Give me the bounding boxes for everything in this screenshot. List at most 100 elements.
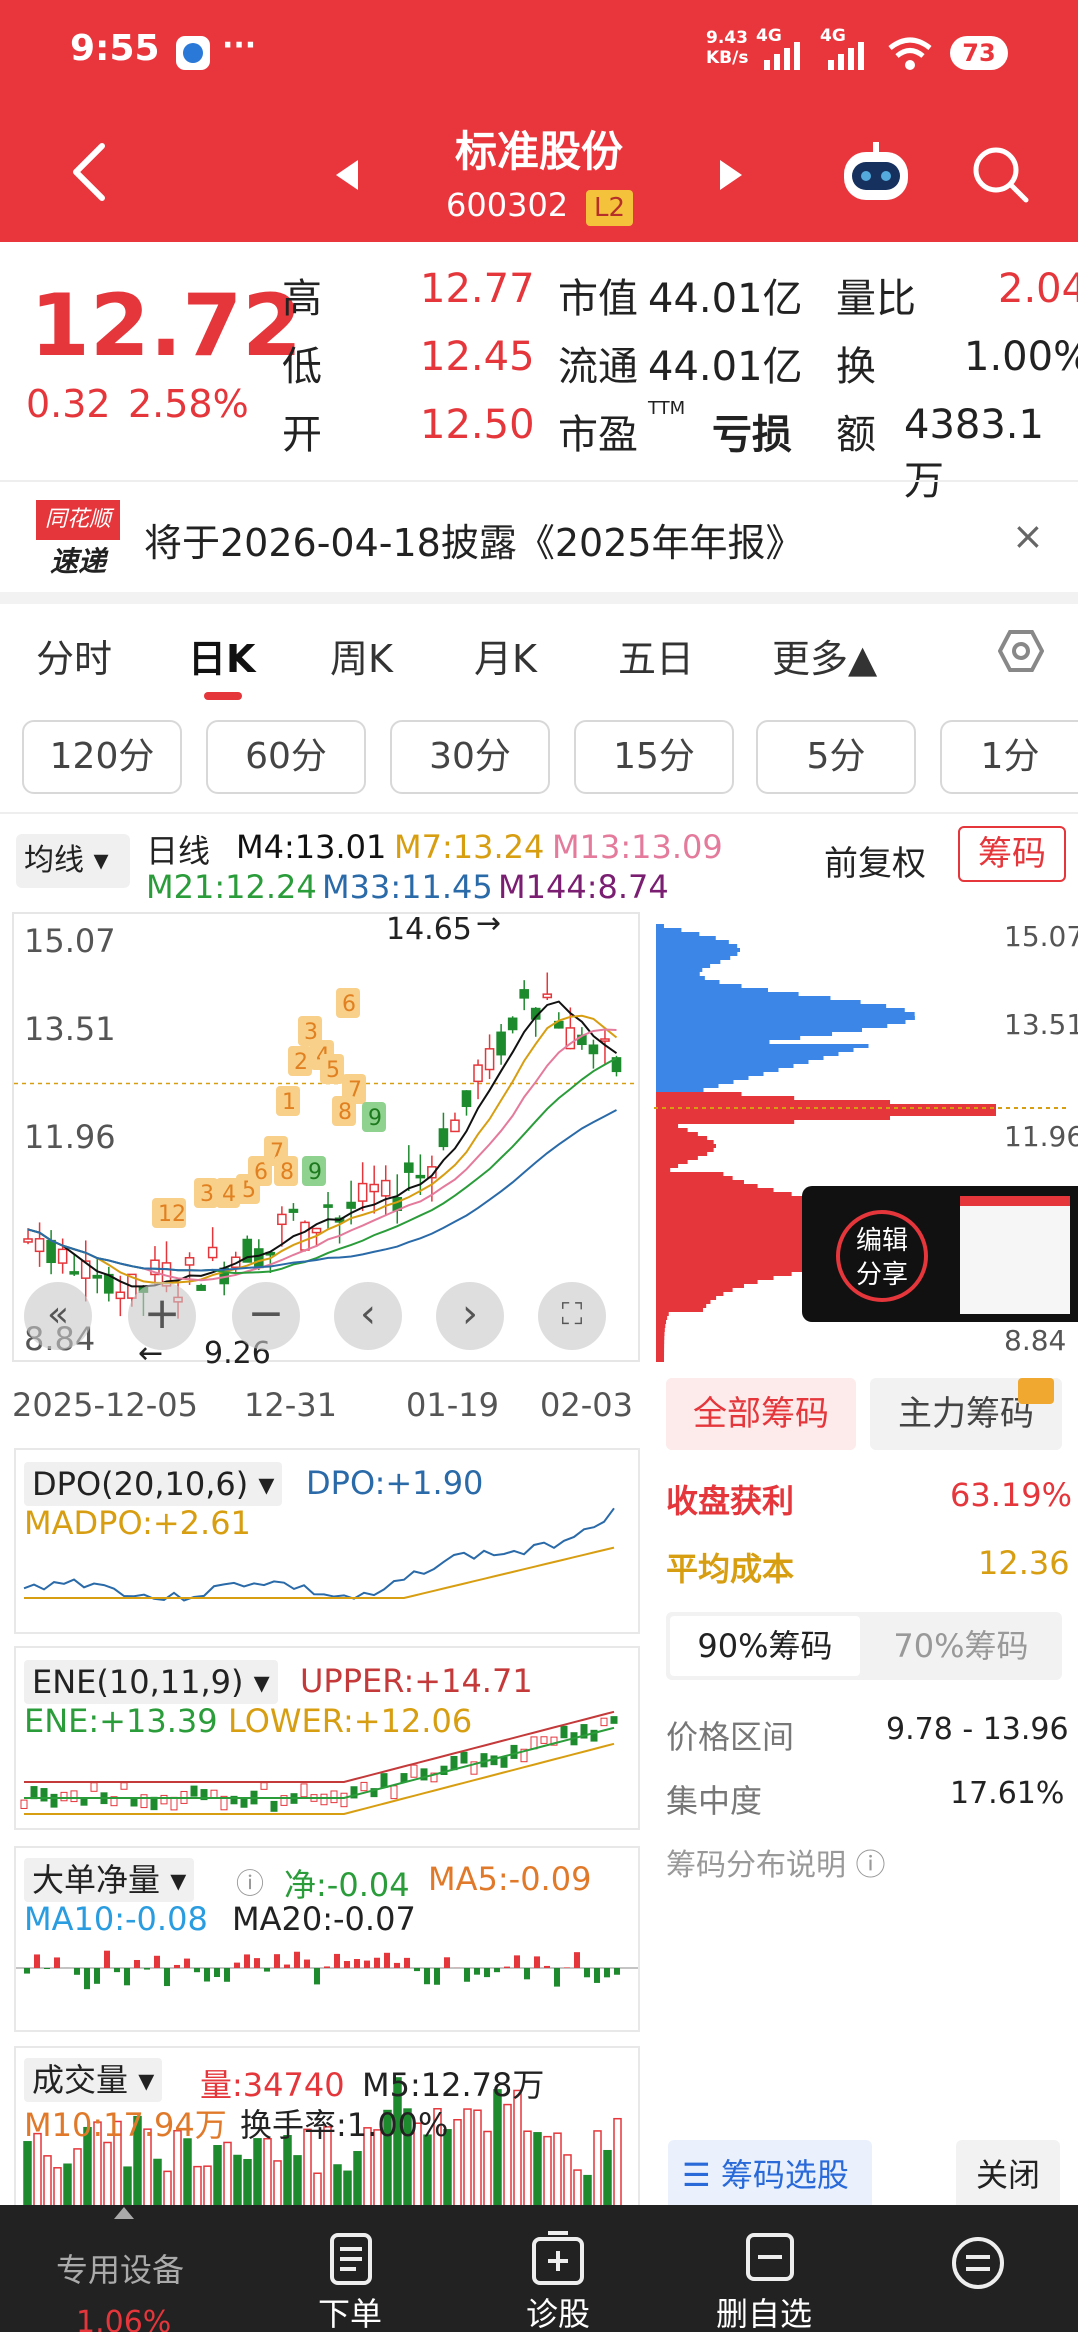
tab-daily-k[interactable]: 日K [188, 628, 255, 683]
chip-bar [656, 1356, 665, 1360]
settings-hexagon-icon[interactable] [998, 628, 1044, 674]
big-order-selector[interactable]: 大单净量 ▾ [24, 1858, 195, 1902]
order-icon[interactable] [326, 2231, 376, 2287]
diagnose-icon[interactable] [530, 2231, 586, 2287]
help-icon[interactable]: ⓘ [236, 1862, 264, 1902]
concentration-label: 集中度 [666, 1782, 763, 1820]
chip-bar [656, 1332, 665, 1336]
chip-stock-pick-button[interactable]: ☰ 筹码选股 [668, 2140, 872, 2210]
tab-intraday[interactable]: 分时 [36, 628, 112, 683]
indicator-selector[interactable]: 均线 ▾ [16, 834, 130, 888]
candle-body [473, 1064, 483, 1083]
price-change: 0.32 [26, 382, 111, 426]
net-volume-bar [604, 1968, 610, 1978]
adjust-mode[interactable]: 前复权 [824, 836, 926, 885]
period-1min[interactable]: 1分 [940, 720, 1078, 794]
chip-bar [656, 1140, 714, 1144]
zoom-in-icon[interactable]: + [128, 1282, 196, 1350]
signal-number: 9 [368, 1106, 382, 1131]
ene-candle [510, 1744, 518, 1759]
ene-candle [500, 1756, 508, 1768]
volume-bar [553, 2132, 562, 2217]
chip-bar [656, 1188, 774, 1192]
chip-bar [656, 1048, 854, 1052]
news-close-icon[interactable]: × [1012, 514, 1044, 558]
tab-all-chips[interactable]: 全部筹码 [666, 1378, 856, 1450]
candle-body [196, 1284, 206, 1291]
period-15min[interactable]: 15分 [574, 720, 734, 794]
net-volume-bar [254, 1958, 260, 1968]
tab-monthly-k[interactable]: 月K [474, 628, 537, 683]
x-date-2: 12-31 [244, 1386, 337, 1424]
chip-bar [656, 1192, 792, 1196]
chip-y-label-2: 13.51 [1004, 1008, 1078, 1041]
ene-candle [320, 1793, 328, 1806]
ene-candle [270, 1800, 278, 1812]
tab-more[interactable]: 更多▲ [772, 628, 877, 683]
volume-bar [463, 2108, 472, 2217]
ene-candle [380, 1773, 388, 1788]
robot-assistant-icon[interactable] [838, 142, 914, 206]
net-volume-bar [594, 1968, 600, 1983]
period-5min[interactable]: 5分 [756, 720, 916, 794]
candle-body [507, 1017, 518, 1031]
tab-90-chips[interactable]: 90%筹码 [670, 1616, 860, 1676]
menu-circle-icon[interactable] [950, 2235, 1006, 2291]
expand-caret-icon[interactable] [114, 2207, 134, 2219]
chip-bar [656, 1344, 665, 1348]
remove-watchlist-label[interactable]: 删自选 [716, 2289, 812, 2332]
screenshot-thumbnail[interactable] [960, 1196, 1070, 1314]
volume-selector[interactable]: 成交量 ▾ [24, 2058, 163, 2102]
scroll-right-icon[interactable]: › [436, 1282, 504, 1350]
net-volume-bar [584, 1968, 590, 1978]
period-120min[interactable]: 120分 [22, 720, 182, 794]
industry-label[interactable]: 专用设备 [56, 2245, 184, 2291]
ene-candle [460, 1751, 468, 1764]
signal-number: 6 [342, 992, 356, 1017]
chip-bar [656, 1160, 688, 1164]
scroll-left-icon[interactable]: ‹ [334, 1282, 402, 1350]
net-volume-bar [34, 1954, 40, 1968]
chip-bar [656, 932, 700, 936]
zoom-out-icon[interactable]: − [232, 1282, 300, 1350]
search-icon[interactable] [970, 144, 1030, 204]
chip-bar [656, 1072, 764, 1076]
net-volume-bar [444, 1957, 450, 1968]
net-volume-bar [364, 1960, 370, 1968]
ene-candle [150, 1796, 158, 1811]
tab-weekly-k[interactable]: 周K [330, 628, 393, 683]
chip-bar [656, 1060, 809, 1064]
diagnose-label[interactable]: 诊股 [526, 2289, 590, 2332]
chip-toggle-button[interactable]: 筹码 [958, 826, 1066, 882]
chip-close-button[interactable]: 关闭 [956, 2140, 1060, 2210]
chip-bar [656, 940, 729, 944]
remove-watchlist-icon[interactable] [744, 2231, 796, 2283]
next-stock-icon[interactable] [718, 158, 744, 192]
ene-selector[interactable]: ENE(10,11,9) ▾ [24, 1660, 278, 1704]
chip-bar [656, 1024, 888, 1028]
screenshot-share-overlay[interactable]: 编辑 分享 [802, 1186, 1078, 1322]
news-text[interactable]: 将于2026-04-18披露《2025年年报》 [144, 512, 804, 567]
ma-period-label: 日线 [146, 832, 211, 870]
tab-five-day[interactable]: 五日 [618, 628, 694, 683]
chip-bar [656, 1340, 665, 1344]
volume-bar [453, 2119, 462, 2217]
fullscreen-icon[interactable]: ⛶ [538, 1282, 606, 1350]
scroll-left-fast-icon[interactable]: « [24, 1282, 92, 1350]
volume-bar [533, 2132, 542, 2217]
period-60min[interactable]: 60分 [206, 720, 366, 794]
ene-candle [360, 1781, 368, 1792]
signal-number: 9 [308, 1160, 322, 1185]
edit-share-button[interactable]: 编辑 分享 [836, 1210, 928, 1302]
big-ma10-value: MA10:-0.08 [24, 1900, 208, 1938]
madpo-value: MADPO:+2.61 [24, 1504, 251, 1542]
quote-key: 流通 [558, 344, 638, 390]
chip-explain-link[interactable]: 筹码分布说明 ⓘ [666, 1840, 886, 1884]
dpo-selector[interactable]: DPO(20,10,6) ▾ [24, 1462, 283, 1506]
quote-value: 12.77 [420, 266, 535, 312]
tab-70-chips[interactable]: 70%筹码 [866, 1616, 1056, 1676]
ene-candle [260, 1782, 268, 1790]
order-label[interactable]: 下单 [318, 2289, 382, 2332]
chip-bar [656, 1316, 668, 1320]
period-30min[interactable]: 30分 [390, 720, 550, 794]
